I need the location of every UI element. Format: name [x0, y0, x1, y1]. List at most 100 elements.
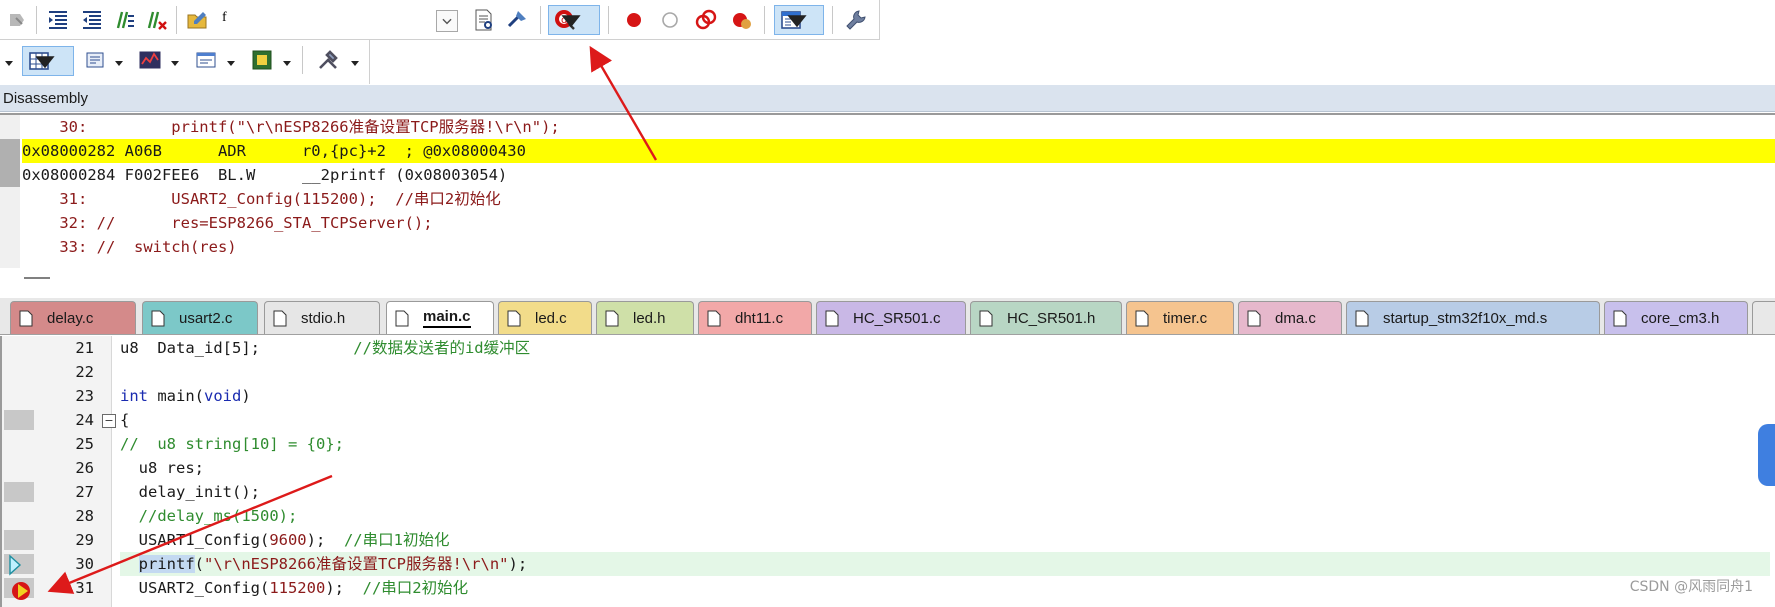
file-icon: [707, 310, 721, 326]
side-panel-handle[interactable]: [1758, 424, 1775, 486]
insert-remove-breakpoint-icon[interactable]: [4, 6, 32, 34]
disassembly-line[interactable]: 32: // res=ESP8266_STA_TCPServer();: [22, 211, 1775, 235]
disassembly-line[interactable]: 33: // switch(res): [22, 235, 1775, 259]
line-number: 31: [75, 579, 94, 597]
tab-hc-sr501-h[interactable]: HC_SR501.h: [970, 301, 1122, 334]
serial-window-icon[interactable]: [192, 46, 220, 74]
file-icon: [151, 310, 165, 326]
tab-timer-c[interactable]: timer.c: [1126, 301, 1234, 334]
code-line[interactable]: // u8 string[10] = {0};: [120, 432, 1770, 456]
tab-delay-c[interactable]: delay.c: [10, 301, 136, 334]
breakpoint-pc-marker-icon[interactable]: [10, 580, 32, 602]
debug-toolbar: f d: [0, 0, 880, 40]
line-number: 26: [75, 459, 94, 477]
code-line[interactable]: u8 res;: [120, 456, 1770, 480]
fold-toggle-icon[interactable]: −: [102, 414, 116, 428]
toolbox-icon[interactable]: [314, 46, 342, 74]
watermark: CSDN @风雨同舟1: [1629, 579, 1753, 595]
find-text-glyph: f: [222, 10, 227, 25]
disassembly-line[interactable]: 0x08000284 F002FEE6 BL.W __2printf (0x08…: [22, 163, 1775, 187]
tab-startup-stm32f10x-md-s[interactable]: startup_stm32f10x_md.s: [1346, 301, 1600, 334]
unindent-icon[interactable]: [78, 6, 106, 34]
file-icon: [19, 310, 33, 326]
file-tab-bar: delay.c usart2.c stdio.h main.c led.c le…: [0, 298, 1775, 335]
uncomment-icon[interactable]: [142, 6, 170, 34]
disable-all-breakpoints-icon[interactable]: [692, 6, 720, 34]
tab-label: led.c: [535, 309, 567, 327]
code-line-current[interactable]: printf("\r\nESP8266准备设置TCP服务器!\r\n");: [120, 552, 1770, 576]
system-viewer-icon[interactable]: [248, 46, 276, 74]
line-number: 23: [75, 387, 94, 405]
disassembly-line[interactable]: 30: printf("\r\nESP8266准备设置TCP服务器!\r\n")…: [22, 115, 1775, 139]
disassembly-title: Disassembly: [3, 90, 89, 107]
wrench-icon[interactable]: [842, 6, 870, 34]
tab-led-h[interactable]: led.h: [596, 301, 694, 334]
current-line-arrow-icon: [9, 554, 22, 576]
open-folder-icon[interactable]: [184, 6, 212, 34]
line-number: 24: [75, 411, 94, 429]
tab-label: startup_stm32f10x_md.s: [1383, 309, 1548, 327]
code-line[interactable]: USART1_Config(9600); //串口1初始化: [120, 528, 1770, 552]
line-number: 29: [75, 531, 94, 549]
disable-breakpoint-icon[interactable]: [656, 6, 684, 34]
code-line[interactable]: [120, 360, 1770, 384]
browse-icon[interactable]: [504, 6, 532, 34]
tab-overflow[interactable]: [1752, 301, 1775, 334]
indent-icon[interactable]: [44, 6, 72, 34]
disassembly-line-current[interactable]: 0x08000282 A06B ADR r0,{pc}+2 ; @0x08000…: [22, 139, 1775, 163]
command-window-button[interactable]: [22, 46, 74, 76]
code-line[interactable]: int main(void): [120, 384, 1770, 408]
tab-usart2-c[interactable]: usart2.c: [142, 301, 258, 334]
disassembly-pane[interactable]: 30: printf("\r\nESP8266准备设置TCP服务器!\r\n")…: [0, 113, 1775, 279]
code-line[interactable]: {: [120, 408, 1770, 432]
file-icon: [979, 310, 993, 326]
tab-label: dma.c: [1275, 309, 1316, 327]
line-number: 22: [75, 363, 94, 381]
file-icon: [395, 310, 409, 326]
tab-label: delay.c: [47, 309, 94, 327]
disassembly-gutter: [0, 115, 20, 268]
disassembly-line[interactable]: 31: USART2_Config(115200); //串口2初始化: [22, 187, 1775, 211]
line-number: 21: [75, 339, 94, 357]
tab-led-c[interactable]: led.c: [498, 301, 592, 334]
logic-analyzer-icon[interactable]: [136, 46, 164, 74]
tab-core-cm3-h[interactable]: core_cm3.h: [1604, 301, 1748, 334]
combo-dropdown-icon[interactable]: [436, 10, 458, 32]
debug-session-button[interactable]: d: [548, 5, 600, 35]
tab-dht11-c[interactable]: dht11.c: [698, 301, 812, 334]
file-icon: [825, 310, 839, 326]
tab-label: HC_SR501.c: [853, 309, 941, 327]
code-line[interactable]: u8 Data_id[5]; //数据发送者的id缓冲区: [120, 336, 1770, 360]
tab-label: led.h: [633, 309, 666, 327]
file-icon: [1135, 310, 1149, 326]
tab-label: core_cm3.h: [1641, 309, 1720, 327]
breakpoint-icon[interactable]: [620, 6, 648, 34]
find-in-files-icon[interactable]: [470, 6, 498, 34]
code-editor[interactable]: − 21 22 23 24 25 26 27 28 29 30 31 u8 Da…: [0, 336, 1775, 607]
tab-label: usart2.c: [179, 309, 233, 327]
file-icon: [1355, 310, 1369, 326]
memory-window-icon[interactable]: [82, 46, 110, 74]
disassembly-header: Disassembly: [0, 85, 1775, 112]
window-layout-button[interactable]: [774, 5, 824, 35]
comment-icon[interactable]: [110, 6, 138, 34]
line-number: 25: [75, 435, 94, 453]
tab-label: main.c: [423, 308, 471, 328]
tab-label: stdio.h: [301, 309, 346, 327]
file-icon: [507, 310, 521, 326]
line-number: 28: [75, 507, 94, 525]
tab-hc-sr501-c[interactable]: HC_SR501.c: [816, 301, 966, 334]
tab-stdio-h[interactable]: stdio.h: [264, 301, 380, 334]
line-number: 27: [75, 483, 94, 501]
kill-all-breakpoints-icon[interactable]: [728, 6, 756, 34]
code-line[interactable]: USART2_Config(115200); //串口2初始化: [120, 576, 1770, 600]
code-line[interactable]: //delay_ms(1500);: [120, 504, 1770, 528]
tab-dma-c[interactable]: dma.c: [1238, 301, 1342, 334]
tab-label: HC_SR501.h: [1007, 309, 1096, 327]
code-line[interactable]: delay_init();: [120, 480, 1770, 504]
line-number: 30: [75, 555, 94, 573]
view-toolbar: [0, 40, 370, 84]
tab-main-c[interactable]: main.c: [386, 301, 494, 334]
horizontal-scrollbar[interactable]: [24, 277, 50, 279]
file-icon: [1247, 310, 1261, 326]
